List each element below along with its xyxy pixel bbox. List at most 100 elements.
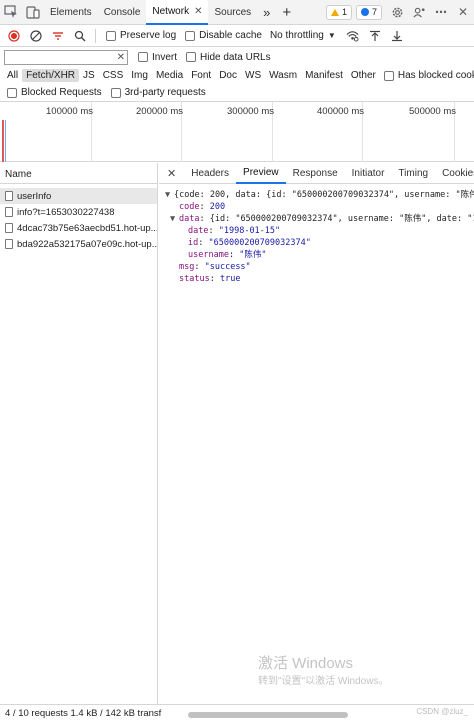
- inspect-element-icon[interactable]: [0, 1, 22, 23]
- json-property-row: msg: "success": [179, 262, 251, 272]
- message-icon: [360, 8, 369, 16]
- request-row[interactable]: info?t=1653030227438: [0, 204, 157, 220]
- messages-badge[interactable]: 7: [355, 4, 382, 20]
- json-value: "650000200709032374": [208, 238, 311, 248]
- tab-network-label: Network: [152, 5, 190, 17]
- has-blocked-cookies-checkbox[interactable]: [383, 70, 394, 81]
- request-row[interactable]: 4dcac73b75e63aecbd51.hot-up...: [0, 220, 157, 236]
- json-root-summary: {code: 200, data: {id: "6500002007090323…: [174, 190, 474, 200]
- add-tab-button[interactable]: +: [276, 0, 297, 25]
- search-icon[interactable]: [69, 25, 91, 47]
- request-row[interactable]: userInfo: [0, 188, 157, 204]
- toolbar-divider: [95, 28, 96, 43]
- filter-input[interactable]: [5, 51, 113, 64]
- type-filter-media[interactable]: Media: [152, 69, 187, 82]
- tab-elements[interactable]: Elements: [44, 0, 98, 25]
- filter-icon[interactable]: [47, 25, 69, 47]
- json-root-row[interactable]: ▼ {code: 200, data: {id: "650000200709032…: [165, 189, 474, 201]
- type-filter-img[interactable]: Img: [127, 69, 152, 82]
- timeline-tick-label: 500000 ms: [409, 106, 457, 117]
- settings-gear-icon[interactable]: [386, 1, 408, 23]
- warnings-badge[interactable]: 1: [325, 4, 352, 20]
- tab-headers[interactable]: Headers: [184, 163, 236, 184]
- csdn-watermark: CSDN @zluz_: [416, 707, 468, 716]
- throttling-select[interactable]: No throttling ▼: [270, 30, 336, 41]
- request-summary: 4 / 10 requests 1.4 kB / 142 kB transf: [5, 708, 162, 719]
- more-tabs-button[interactable]: »: [257, 0, 276, 25]
- tab-console[interactable]: Console: [98, 0, 147, 25]
- network-toolbar: Preserve log Disable cache No throttling…: [0, 25, 474, 47]
- disable-cache-checkbox[interactable]: [185, 30, 196, 41]
- request-name: 4dcac73b75e63aecbd51.hot-up...: [17, 222, 157, 234]
- blocked-requests-label: Blocked Requests: [21, 87, 102, 98]
- filter-input-box[interactable]: ✕: [4, 50, 128, 65]
- clear-filter-icon[interactable]: ✕: [117, 51, 125, 64]
- type-filter-manifest[interactable]: Manifest: [301, 69, 347, 82]
- type-filter-font[interactable]: Font: [187, 69, 215, 82]
- throttling-value: No throttling: [269, 30, 324, 41]
- type-filter-js[interactable]: JS: [79, 69, 99, 82]
- disable-cache-label: Disable cache: [199, 30, 262, 41]
- import-har-icon[interactable]: [364, 25, 386, 47]
- third-party-requests-checkbox[interactable]: [110, 87, 121, 98]
- type-filter-other[interactable]: Other: [347, 69, 380, 82]
- tab-timing[interactable]: Timing: [391, 163, 435, 184]
- close-tab-icon[interactable]: ✕: [194, 6, 202, 17]
- request-name: userInfo: [17, 190, 52, 202]
- name-column-label: Name: [5, 169, 32, 180]
- timeline-tick-label: 200000 ms: [136, 106, 184, 117]
- json-value: 200: [209, 202, 226, 212]
- tab-network[interactable]: Network ✕: [146, 0, 209, 25]
- activate-windows-hint: 转到"设置"以激活 Windows。: [258, 676, 389, 687]
- type-filter-ws[interactable]: WS: [241, 69, 265, 82]
- detail-tabbar: ✕ Headers Preview Response Initiator Tim…: [159, 163, 474, 184]
- more-tabs-icon: »: [263, 4, 271, 20]
- json-property-row: code: 200: [179, 202, 226, 212]
- tab-elements-label: Elements: [50, 6, 92, 18]
- json-key: id: [188, 238, 199, 248]
- record-icon[interactable]: [3, 25, 25, 47]
- timeline-tick-label: 100000 ms: [46, 106, 94, 117]
- messages-count: 7: [371, 7, 377, 17]
- name-column-header[interactable]: Name: [0, 163, 157, 184]
- export-har-icon[interactable]: [386, 25, 408, 47]
- type-filter-fetch-xhr[interactable]: Fetch/XHR: [22, 69, 80, 82]
- type-filter-css[interactable]: CSS: [99, 69, 128, 82]
- json-key: msg: [179, 262, 195, 272]
- network-timeline[interactable]: 100000 ms 200000 ms 300000 ms 400000 ms …: [0, 102, 474, 162]
- warnings-count: 1: [341, 7, 347, 17]
- feedback-icon[interactable]: [408, 1, 430, 23]
- tab-initiator[interactable]: Initiator: [345, 163, 392, 184]
- more-options-icon[interactable]: ⋯: [430, 1, 452, 23]
- request-name: info?t=1653030227438: [17, 206, 115, 218]
- preserve-log-checkbox[interactable]: [106, 30, 116, 41]
- request-row[interactable]: bda922a532175a07e09c.hot-up...: [0, 236, 157, 252]
- collapse-triangle-icon[interactable]: ▼: [170, 213, 179, 225]
- type-filter-doc[interactable]: Doc: [215, 69, 241, 82]
- tab-preview[interactable]: Preview: [236, 163, 286, 184]
- collapse-triangle-icon[interactable]: ▼: [165, 189, 174, 201]
- close-detail-icon[interactable]: ✕: [159, 167, 184, 180]
- timeline-tick-label: 400000 ms: [317, 106, 365, 117]
- json-value: "1998-01-15": [218, 226, 281, 236]
- type-filter-all[interactable]: All: [3, 69, 22, 82]
- network-conditions-icon[interactable]: [342, 25, 364, 47]
- type-filter-wasm[interactable]: Wasm: [265, 69, 301, 82]
- dom-content-loaded-marker: [5, 120, 6, 162]
- hide-data-urls-label: Hide data URLs: [200, 51, 271, 63]
- tab-sources[interactable]: Sources: [208, 0, 257, 25]
- json-property-row: status: true: [179, 274, 241, 284]
- horizontal-scrollbar[interactable]: [188, 712, 348, 718]
- third-party-requests-label: 3rd-party requests: [124, 87, 206, 98]
- tab-response[interactable]: Response: [286, 163, 345, 184]
- blocked-requests-checkbox[interactable]: [7, 87, 17, 98]
- clear-icon[interactable]: [25, 25, 47, 47]
- invert-checkbox[interactable]: [138, 52, 148, 62]
- has-blocked-cookies-label: Has blocked cookies: [397, 70, 474, 81]
- json-data-row[interactable]: ▼ data: {id: "650000200709032374", userna…: [165, 213, 474, 225]
- hide-data-urls-checkbox[interactable]: [186, 52, 197, 62]
- close-devtools-icon[interactable]: ✕: [452, 1, 474, 23]
- device-toolbar-icon[interactable]: [22, 1, 44, 23]
- xhr-file-icon: [5, 207, 13, 217]
- tab-cookies[interactable]: Cookies: [435, 163, 474, 184]
